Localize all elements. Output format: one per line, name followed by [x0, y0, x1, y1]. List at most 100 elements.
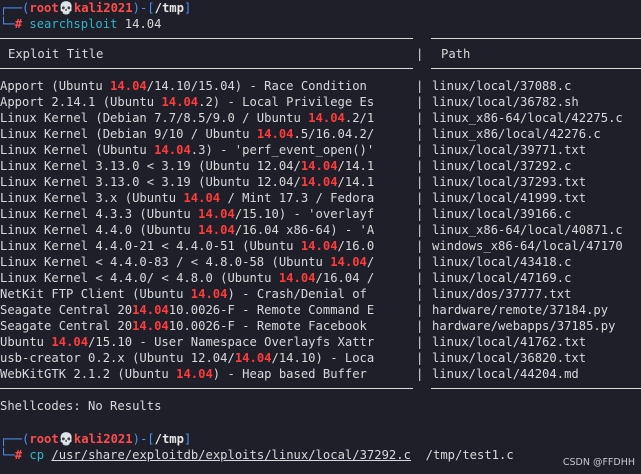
header-separator: | [416, 47, 424, 61]
exploit-title: Linux Kernel 4.3.3 (Ubuntu 14.04/15.10) … [0, 207, 375, 221]
exploit-title: Seagate Central 2014.0410.0026-F - Remot… [0, 303, 375, 317]
exploit-title: Linux Kernel < 4.4.0/ < 4.8.0 (Ubuntu 14… [0, 271, 375, 285]
exploit-path: linux/local/39771.txt [432, 143, 587, 157]
command-name: cp [29, 448, 45, 462]
skull-icon: 💀 [58, 432, 74, 446]
search-match-highlight: 14.04 [51, 335, 89, 349]
exploit-path: linux/local/41762.txt [432, 335, 587, 349]
exploit-path: linux_x86/local/42276.c [432, 127, 601, 141]
exploit-path: linux/local/43418.c [432, 255, 572, 269]
command-line-1: └─# searchsploit 14.04 [0, 17, 162, 31]
header-rule-top-right [431, 38, 641, 39]
column-separator: | [416, 335, 424, 349]
exploit-path: linux/local/37292.c [432, 159, 572, 173]
search-match-highlight: 14.04 [256, 127, 294, 141]
exploit-title: Linux Kernel 3.13.0 < 3.19 (Ubuntu 12.04… [0, 175, 375, 189]
command-source-path: /usr/share/exploitdb/exploits/linux/loca… [51, 448, 411, 462]
search-match-highlight: 14.04 [154, 143, 191, 157]
column-separator: | [416, 79, 424, 93]
column-separator: | [416, 255, 424, 269]
search-match-highlight: 14.04 [278, 271, 316, 285]
skull-icon: 💀 [58, 1, 74, 15]
column-separator: | [416, 175, 424, 189]
exploit-path: linux/local/44204.md [432, 367, 579, 381]
exploit-path: linux/local/36820.txt [432, 351, 587, 365]
exploit-title: NetKit FTP Client (Ubuntu 14.04) - Crash… [0, 287, 367, 301]
search-match-highlight: 14.04 [110, 79, 147, 93]
exploit-path: hardware/webapps/37185.py [432, 319, 616, 333]
command-arg: 14.04 [124, 17, 162, 31]
exploit-path: linux/local/39166.c [432, 207, 572, 221]
search-match-highlight: 14.04 [132, 303, 169, 317]
exploit-title: Linux Kernel < 4.4.0-83 / < 4.8.0-58 (Ub… [0, 255, 375, 269]
prompt-host: kali2021 [73, 1, 133, 15]
search-match-highlight: 14.04 [161, 95, 199, 109]
exploit-title: Linux Kernel 3.13.0 < 3.19 (Ubuntu 12.04… [0, 159, 375, 173]
column-separator: | [416, 287, 424, 301]
column-separator: | [416, 111, 424, 125]
column-separator: | [416, 143, 424, 157]
exploit-path: windows_x86-64/local/47170 [432, 239, 623, 253]
exploit-path: linux/local/37088.c [432, 79, 572, 93]
exploit-title: Seagate Central 2014.0410.0026-F - Remot… [0, 319, 367, 333]
prompt-user: root [29, 1, 59, 15]
column-separator: | [416, 303, 424, 317]
column-separator: | [416, 239, 424, 253]
search-match-highlight: 14.04 [176, 367, 213, 381]
prompt-line-1: ┌──(root💀kali2021)-[/tmp] [0, 1, 192, 15]
footer-rule-left [0, 388, 413, 389]
header-rule-bottom-right [431, 68, 641, 69]
search-match-highlight: 14.04 [132, 319, 169, 333]
column-separator: | [416, 95, 424, 109]
header-rule-bottom-left [0, 68, 413, 69]
exploit-title: Linux Kernel (Ubuntu 14.04.3) - 'perf_ev… [0, 143, 375, 157]
column-separator: | [416, 191, 424, 205]
column-separator: | [416, 351, 424, 365]
search-match-highlight: 14.04 [198, 223, 235, 237]
exploit-path: linux_x86-64/local/42275.c [432, 111, 623, 125]
column-separator: | [416, 367, 424, 381]
search-match-highlight: 14.04 [183, 191, 221, 205]
command-dest-path: /tmp/test1.c [425, 448, 514, 462]
col-header-title: Exploit Title [8, 47, 104, 61]
search-match-highlight: 14.04 [198, 207, 235, 221]
search-match-highlight: 14.04 [234, 351, 272, 365]
exploit-path: linux_x86-64/local/40871.c [432, 223, 623, 237]
command-line-2[interactable]: └─# cp /usr/share/exploitdb/exploits/lin… [0, 447, 514, 463]
col-header-path: Path [441, 47, 471, 61]
search-match-highlight: 14.04 [190, 287, 228, 301]
exploit-path: linux/local/36782.sh [432, 95, 579, 109]
exploit-path: hardware/remote/37184.py [432, 303, 609, 317]
column-separator: | [416, 159, 424, 173]
exploit-title: Ubuntu 14.04/15.10 - User Namespace Over… [0, 335, 375, 349]
shellcodes-result: Shellcodes: No Results [0, 399, 162, 413]
prompt-user: root [29, 432, 59, 446]
column-separator: | [416, 319, 424, 333]
column-separator: | [416, 207, 424, 221]
exploit-title: Linux Kernel (Debian 9/10 / Ubuntu 14.04… [0, 127, 375, 141]
search-match-highlight: 14.04 [308, 111, 345, 125]
terminal-window[interactable]: ┌──(root💀kali2021)-[/tmp] └─# searchsplo… [0, 0, 641, 474]
prompt-host: kali2021 [73, 432, 133, 446]
exploit-title: Linux Kernel 4.4.0-21 < 4.4.0-51 (Ubuntu… [0, 239, 375, 253]
exploit-title: Apport (Ubuntu 14.04/14.10/15.04) - Race… [0, 79, 367, 93]
search-match-highlight: 14.04 [300, 239, 338, 253]
exploit-path: linux/local/41999.txt [432, 191, 587, 205]
exploit-path: linux/local/47169.c [432, 271, 572, 285]
exploit-title: WebKitGTK 2.1.2 (Ubuntu 14.04) - Heap ba… [0, 367, 367, 381]
prompt-cwd: /tmp [154, 1, 184, 15]
prompt-cwd: /tmp [154, 432, 184, 446]
exploit-title: Apport 2.14.1 (Ubuntu 14.04.2) - Local P… [0, 95, 375, 109]
search-match-highlight: 14.04 [300, 175, 338, 189]
column-separator: | [416, 127, 424, 141]
exploit-path: linux/dos/37777.txt [432, 287, 572, 301]
prompt-line-2: ┌──(root💀kali2021)-[/tmp] [0, 432, 192, 446]
header-rule-top-left [0, 38, 413, 39]
exploit-title: usb-creator 0.2.x (Ubuntu 12.04/14.04/14… [0, 351, 375, 365]
command-name: searchsploit [29, 17, 118, 31]
watermark: CSDN @FFDHH [562, 457, 635, 468]
footer-rule-right [431, 388, 641, 389]
column-separator: | [416, 271, 424, 285]
search-match-highlight: 14.04 [300, 159, 338, 173]
exploit-title: Linux Kernel 3.x (Ubuntu 14.04 / Mint 17… [0, 191, 375, 205]
